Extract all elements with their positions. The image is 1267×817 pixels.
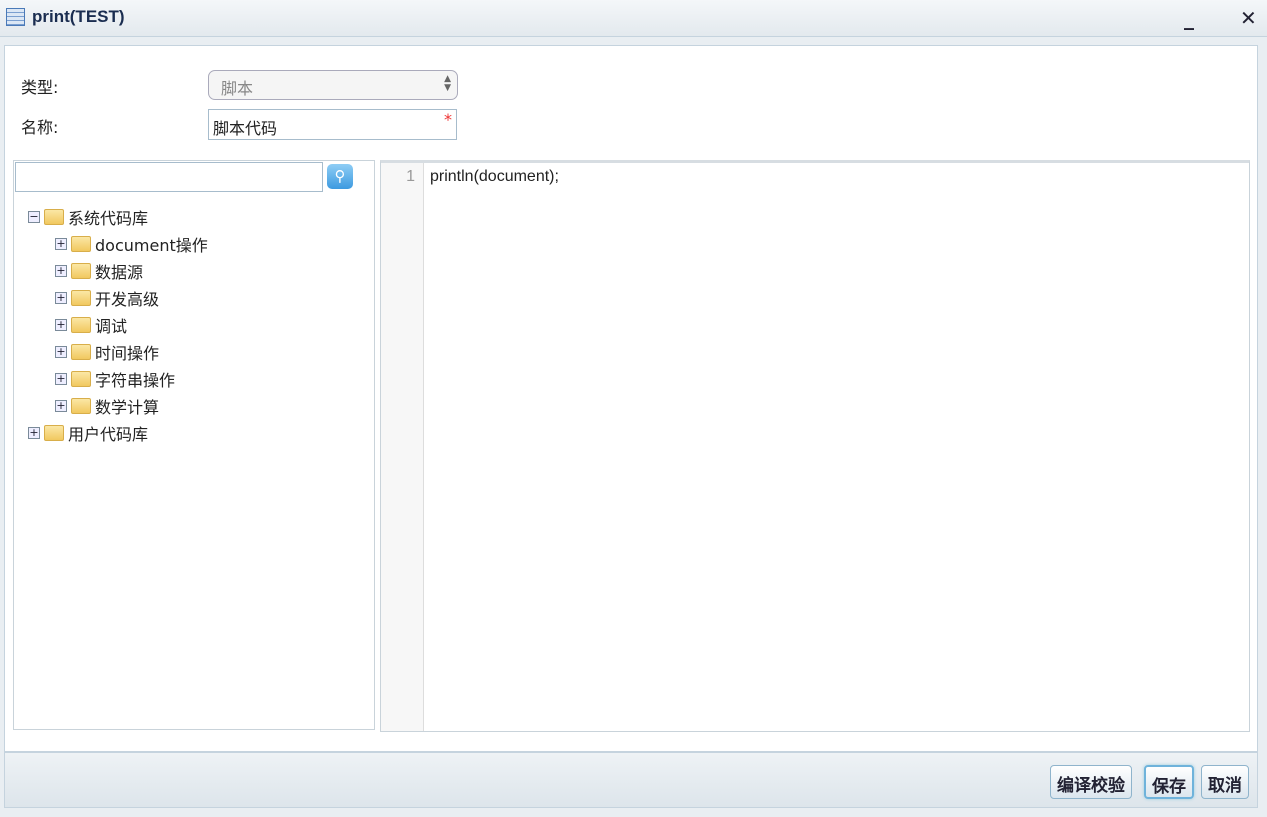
- window-icon: [6, 8, 25, 26]
- tree-label: 数学计算: [95, 397, 160, 417]
- folder-icon: [71, 397, 91, 414]
- type-value: 脚本: [221, 79, 254, 98]
- expand-icon[interactable]: +: [55, 318, 67, 331]
- footer-bar: 编译校验 保存 取消: [4, 752, 1258, 808]
- cancel-button[interactable]: 取消: [1201, 765, 1249, 799]
- name-value: 脚本代码: [213, 119, 278, 138]
- tree-node-system[interactable]: − 系统代码库: [28, 203, 208, 230]
- tree-node[interactable]: + 调试: [28, 311, 208, 338]
- folder-icon: [71, 289, 91, 306]
- expand-icon[interactable]: +: [55, 345, 67, 358]
- folder-icon: [71, 370, 91, 387]
- tree-node[interactable]: + 数据源: [28, 257, 208, 284]
- expand-icon[interactable]: +: [55, 399, 67, 412]
- tree-label: 系统代码库: [68, 208, 149, 228]
- folder-icon: [71, 343, 91, 360]
- tree-label: 时间操作: [95, 343, 160, 363]
- window-title: print(TEST): [32, 7, 125, 26]
- tree-label: document操作: [95, 235, 208, 255]
- compile-check-button[interactable]: 编译校验: [1050, 765, 1132, 799]
- name-label: 名称:: [21, 118, 59, 137]
- select-arrows-icon: ▲ ▼: [444, 74, 451, 93]
- code-editor[interactable]: 1 println(document);: [380, 160, 1250, 732]
- collapse-icon[interactable]: −: [28, 210, 40, 223]
- tree-label: 字符串操作: [95, 370, 176, 390]
- search-icon: ⚲: [334, 167, 346, 185]
- tree-node[interactable]: + document操作: [28, 230, 208, 257]
- tree-node[interactable]: + 数学计算: [28, 392, 208, 419]
- tree-node[interactable]: + 时间操作: [28, 338, 208, 365]
- code-tree: − 系统代码库 + document操作 + 数据源 + 开发高级 + 调试 + 时间操作 …: [28, 203, 208, 446]
- expand-icon[interactable]: +: [55, 237, 67, 250]
- tree-node[interactable]: + 开发高级: [28, 284, 208, 311]
- tree-label: 用户代码库: [68, 424, 149, 444]
- folder-icon: [71, 262, 91, 279]
- title-bar: print(TEST) _ ✕: [0, 0, 1267, 37]
- expand-icon[interactable]: +: [55, 264, 67, 277]
- dialog-body: 类型: 脚本 ▲ ▼ 名称: 脚本代码 * ⚲ − 系统代码库 + document操作 …: [4, 45, 1258, 752]
- folder-open-icon: [44, 208, 64, 225]
- minimize-button[interactable]: _: [1184, 6, 1194, 30]
- folder-icon: [71, 316, 91, 333]
- search-button[interactable]: ⚲: [327, 164, 353, 189]
- close-button[interactable]: ✕: [1240, 6, 1257, 30]
- tree-label: 开发高级: [95, 289, 160, 309]
- folder-icon: [71, 235, 91, 252]
- tree-label: 数据源: [95, 262, 144, 282]
- expand-icon[interactable]: +: [55, 372, 67, 385]
- save-button[interactable]: 保存: [1144, 765, 1194, 799]
- required-mark: *: [444, 110, 452, 129]
- line-number: 1: [381, 163, 424, 731]
- tree-label: 调试: [95, 316, 128, 336]
- tree-node[interactable]: + 字符串操作: [28, 365, 208, 392]
- code-line[interactable]: println(document);: [430, 168, 559, 186]
- type-label: 类型:: [21, 78, 59, 97]
- folder-icon: [44, 424, 64, 441]
- code-library-pane: ⚲ − 系统代码库 + document操作 + 数据源 + 开发高级 + 调试 + 时间操…: [13, 160, 375, 730]
- name-input[interactable]: 脚本代码 *: [208, 109, 457, 140]
- expand-icon[interactable]: +: [28, 426, 40, 439]
- tree-node-user[interactable]: + 用户代码库: [28, 419, 208, 446]
- expand-icon[interactable]: +: [55, 291, 67, 304]
- type-select[interactable]: 脚本 ▲ ▼: [208, 70, 458, 100]
- tree-search-input[interactable]: [15, 162, 323, 192]
